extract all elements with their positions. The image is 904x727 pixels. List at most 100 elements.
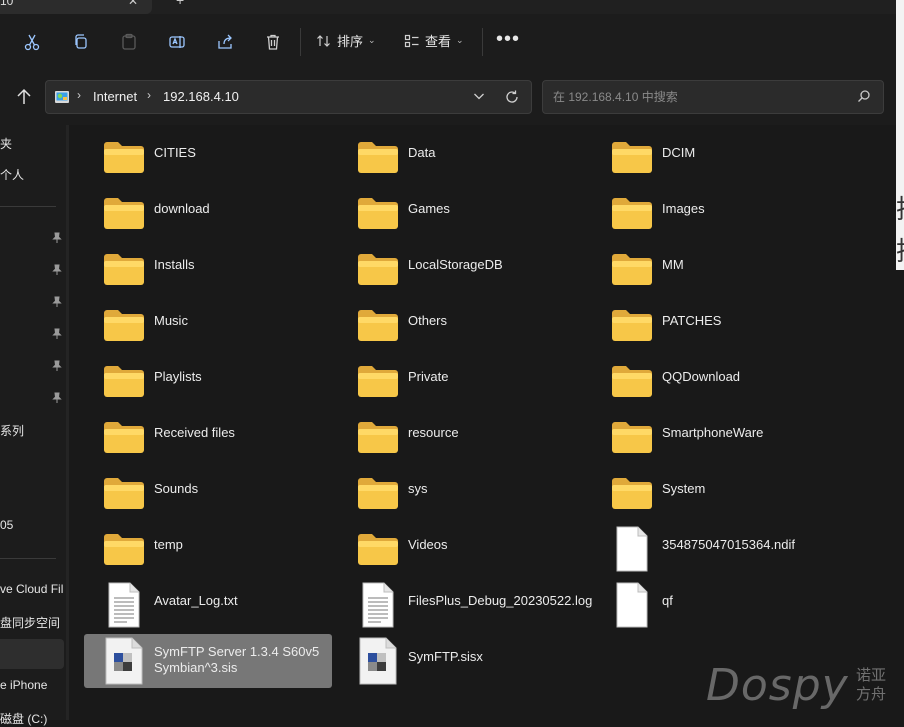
file-name: PATCHES [662,313,722,328]
paste-icon[interactable] [117,30,141,54]
pin-icon[interactable] [51,296,63,308]
file-item[interactable]: SmartphoneWare [592,410,840,464]
file-item[interactable]: Data [338,130,586,184]
sort-button[interactable]: 排序 ⌄ [316,31,376,50]
file-name: Received files [154,425,235,440]
chevron-down-icon[interactable] [472,89,486,103]
file-item[interactable]: Videos [338,522,586,576]
folder-icon [356,195,400,231]
file-item[interactable]: sys [338,466,586,520]
file-item[interactable]: Private [338,354,586,408]
network-location-icon [55,91,69,103]
file-item[interactable]: SymFTP Server 1.3.4 S60v5 Symbian^3.sis [84,634,332,688]
file-name: resource [408,425,459,440]
file-item[interactable]: Received files [84,410,332,464]
file-item[interactable]: System [592,466,840,520]
watermark-subtext: 诺亚 方舟 [856,666,886,704]
file-item[interactable]: LocalStorageDB [338,242,586,296]
folder-icon [102,475,146,511]
toolbar-divider [482,28,483,56]
pin-icon[interactable] [51,264,63,276]
breadcrumb-host[interactable]: 192.168.4.10 [163,89,239,104]
delete-icon[interactable] [261,30,285,54]
sort-icon [317,34,330,47]
sis-package-icon [102,637,146,685]
file-item[interactable]: Avatar_Log.txt [84,578,332,632]
file-name: Playlists [154,369,202,384]
file-item[interactable]: Sounds [84,466,332,520]
file-item[interactable]: Music [84,298,332,352]
file-item[interactable]: resource [338,410,586,464]
command-bar: 排序 ⌄ 查看 ⌄ ••• [0,14,896,69]
view-icon [404,34,419,47]
pin-icon[interactable] [51,232,63,244]
sidebar-item-selected[interactable] [0,639,64,669]
up-arrow-icon[interactable] [14,87,34,107]
folder-icon [610,251,654,287]
file-name: Others [408,313,448,328]
file-name: CITIES [154,145,196,160]
sidebar-item-label[interactable]: e iPhone [0,678,47,692]
sidebar-item-label[interactable]: 个人 [0,166,24,183]
file-item[interactable]: download [84,186,332,240]
file-item[interactable]: Installs [84,242,332,296]
address-bar[interactable]: › Internet › 192.168.4.10 [45,80,532,114]
file-item[interactable]: QQDownload [592,354,840,408]
tab-close-icon[interactable]: ✕ [128,0,138,8]
file-item[interactable]: FilesPlus_Debug_20230522.log [338,578,592,632]
file-name: SymFTP.sisx [408,649,483,664]
file-item[interactable]: Images [592,186,840,240]
more-options-icon[interactable]: ••• [496,28,520,51]
file-item[interactable]: CITIES [84,130,332,184]
rename-icon[interactable] [165,30,189,54]
folder-icon [356,419,400,455]
file-name: sys [408,481,428,496]
new-tab-icon[interactable]: + [176,0,184,8]
sidebar-item-label[interactable]: 05 [0,518,13,532]
tab-bar: 10 ✕ + [0,0,904,14]
file-name: SymFTP Server 1.3.4 S60v5 Symbian^3.sis [154,644,320,675]
pin-icon[interactable] [51,328,63,340]
file-item[interactable]: DCIM [592,130,840,184]
folder-icon [356,475,400,511]
share-icon[interactable] [213,30,237,54]
sidebar-item-label[interactable]: 系列 [0,422,24,439]
file-name: QQDownload [662,369,741,384]
file-item[interactable]: SymFTP.sisx [338,634,586,688]
sidebar-item-label[interactable]: 磁盘 (C:) [0,710,47,727]
sidebar-item-label[interactable]: 夹 [0,135,12,152]
file-name: MM [662,257,684,272]
chevron-down-icon: ⌄ [368,35,376,45]
address-row: › Internet › 192.168.4.10 [0,69,896,125]
file-name: Installs [154,257,195,272]
file-item[interactable]: PATCHES [592,298,840,352]
file-item[interactable]: Playlists [84,354,332,408]
watermark-logo: Dospy [706,660,849,711]
search-icon[interactable] [857,89,871,103]
folder-icon [102,307,146,343]
pin-icon[interactable] [51,392,63,404]
file-item[interactable]: 354875047015364.ndif [592,522,840,576]
tab-active[interactable]: 10 ✕ [0,0,152,14]
breadcrumb-internet[interactable]: Internet [93,89,137,104]
sidebar-item-label[interactable]: ve Cloud Fil [0,582,63,596]
file-item[interactable]: Others [338,298,586,352]
file-item[interactable]: Games [338,186,586,240]
search-box[interactable] [542,80,884,114]
folder-icon [102,195,146,231]
sidebar-scrollbar[interactable] [66,125,69,720]
file-item[interactable]: temp [84,522,332,576]
file-name: Music [154,313,188,328]
folder-icon [102,531,146,567]
file-name: LocalStorageDB [408,257,503,272]
file-item[interactable]: MM [592,242,840,296]
copy-icon[interactable] [69,30,93,54]
refresh-icon[interactable] [504,89,520,105]
file-item[interactable]: qf [592,578,840,632]
sidebar-item-label[interactable]: 盘同步空间 [0,614,60,631]
folder-icon [356,139,400,175]
search-input[interactable] [551,87,845,107]
view-button[interactable]: 查看 ⌄ [404,31,464,50]
pin-icon[interactable] [51,360,63,372]
cut-icon[interactable] [20,30,44,54]
